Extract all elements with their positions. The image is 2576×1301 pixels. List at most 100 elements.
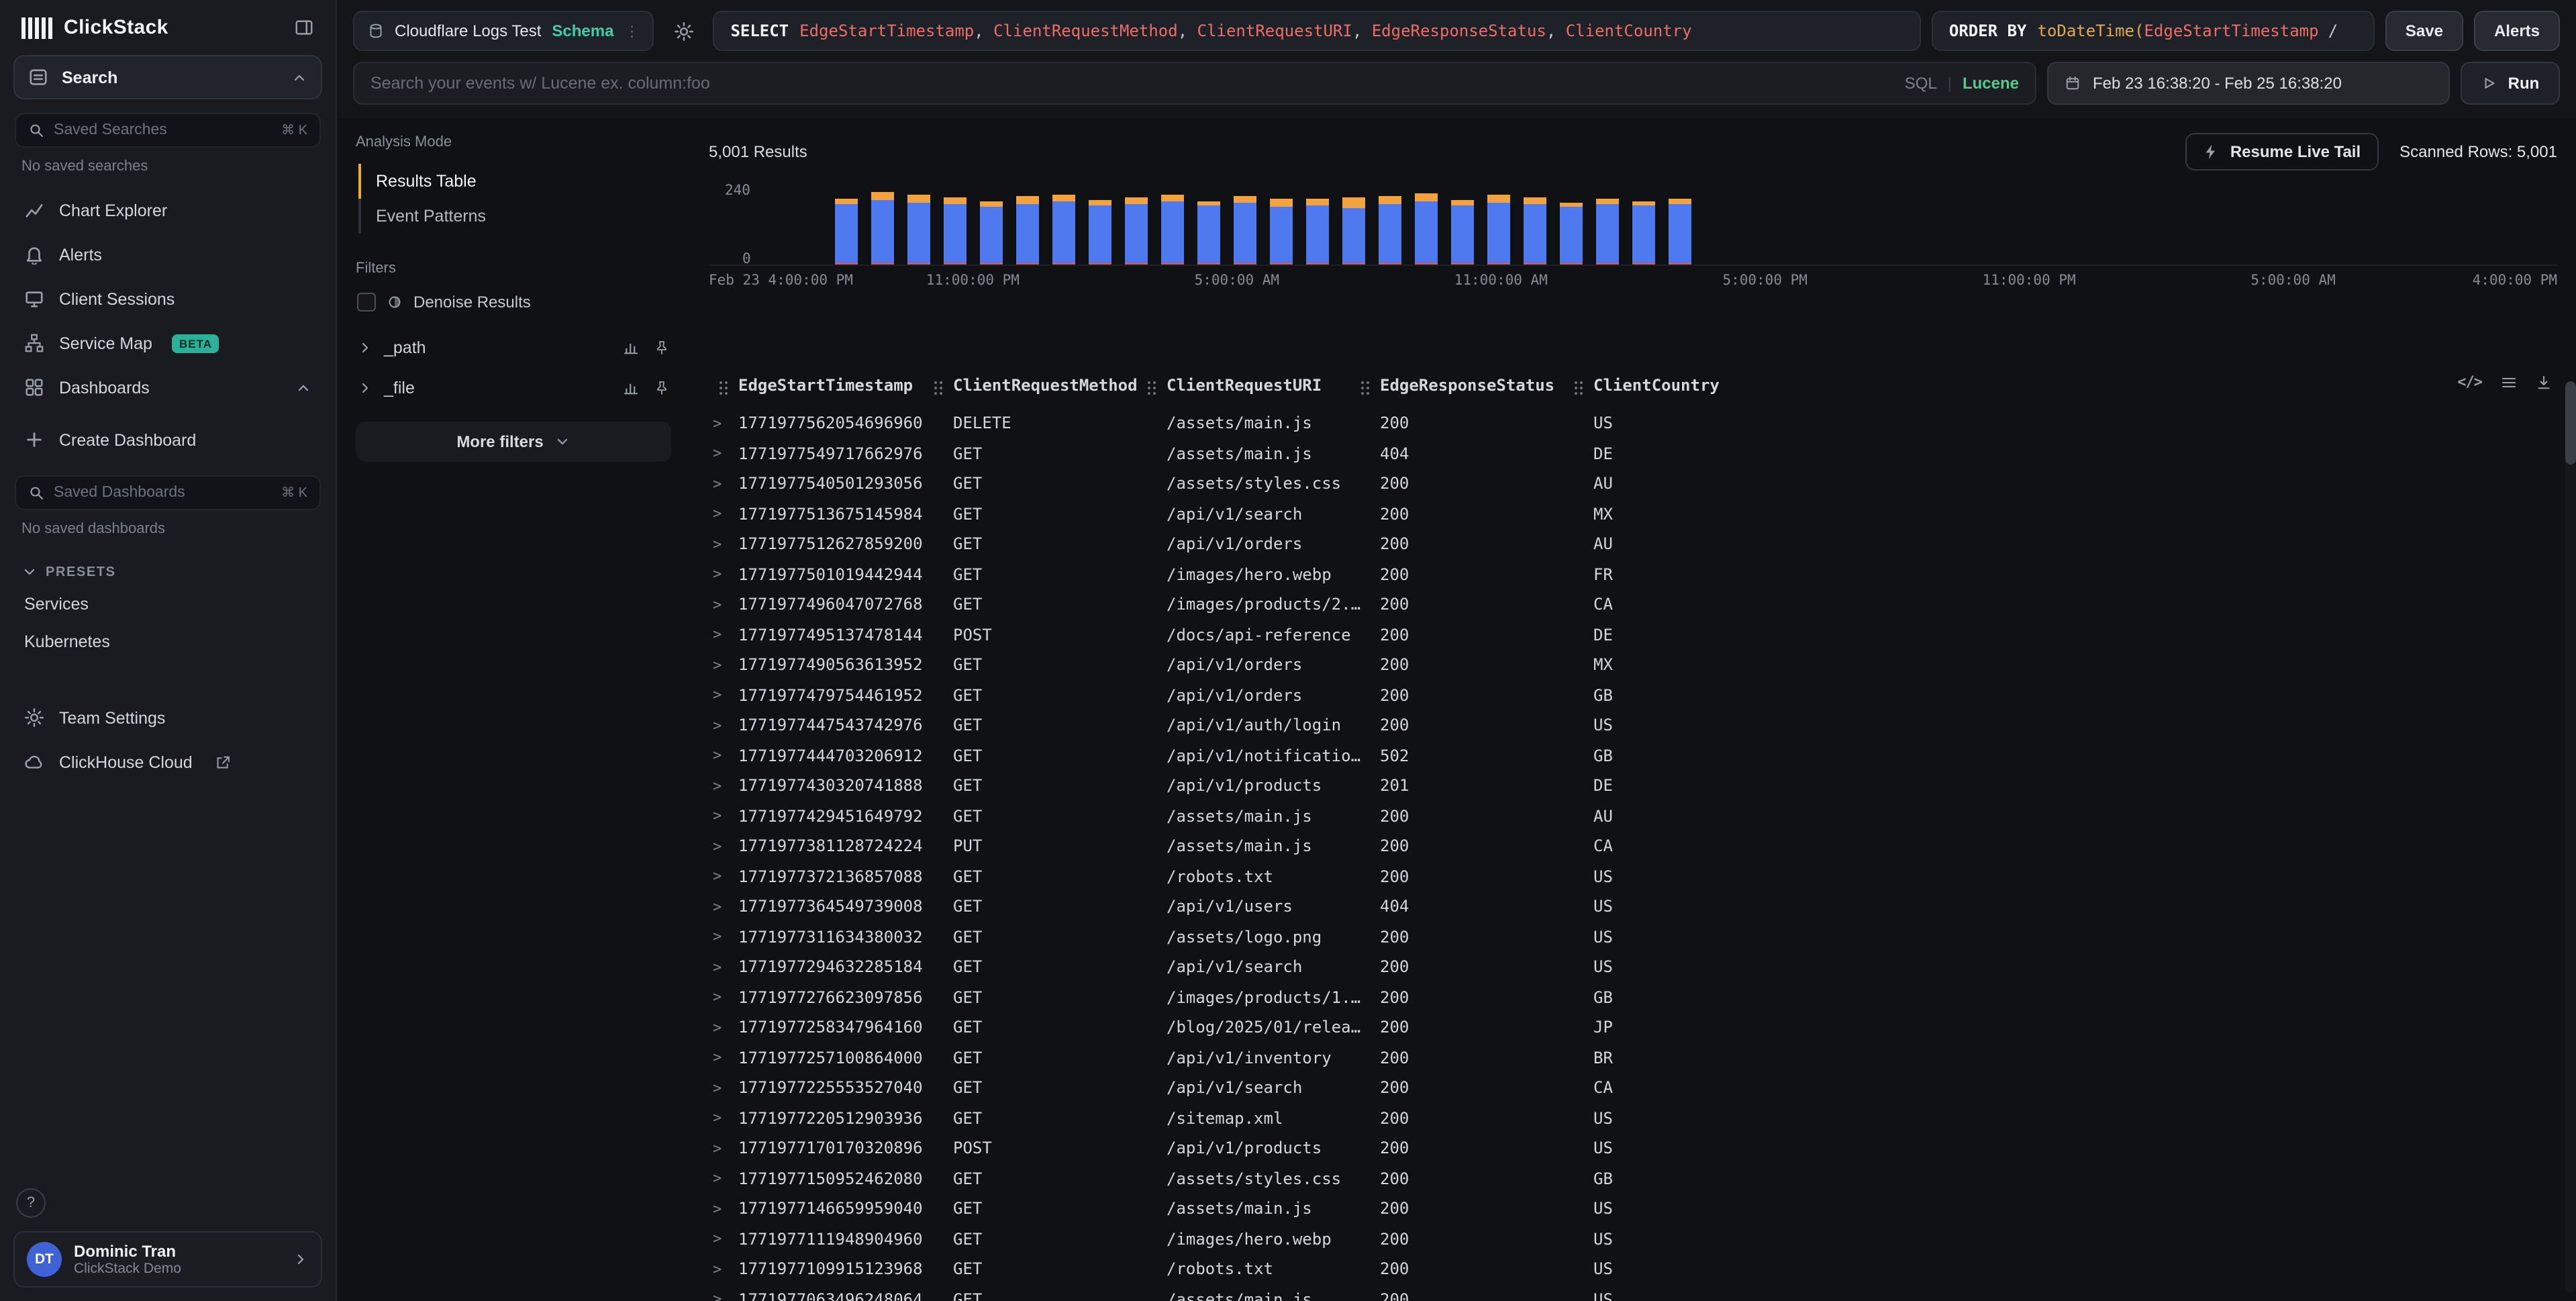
table-row[interactable]: >1771977444703206912GET/api/v1/notificat… xyxy=(709,740,2557,771)
sidebar-item-service-map[interactable]: Service Map BETA xyxy=(13,321,322,365)
row-expand-icon[interactable]: > xyxy=(709,596,738,614)
row-expand-icon[interactable]: > xyxy=(709,536,738,553)
row-expand-icon[interactable]: > xyxy=(709,959,738,976)
save-button[interactable]: Save xyxy=(2385,11,2463,51)
row-expand-icon[interactable]: > xyxy=(709,1261,738,1278)
saved-dashboards-field[interactable] xyxy=(54,485,272,501)
alerts-button[interactable]: Alerts xyxy=(2474,11,2560,51)
row-expand-icon[interactable]: > xyxy=(709,898,738,916)
table-row[interactable]: >1771977501019442944GET/images/hero.webp… xyxy=(709,559,2557,589)
resume-live-tail-button[interactable]: Resume Live Tail xyxy=(2186,133,2378,171)
table-row[interactable]: >1771977496047072768GET/images/products/… xyxy=(709,589,2557,620)
table-row[interactable]: >1771977258347964160GET/blog/2025/01/rel… xyxy=(709,1012,2557,1043)
table-row[interactable]: >1771977540501293056GET/assets/styles.cs… xyxy=(709,469,2557,499)
table-row[interactable]: >1771977294632285184GET/api/v1/search200… xyxy=(709,952,2557,982)
row-expand-icon[interactable]: > xyxy=(709,445,738,463)
scrollbar-thumb[interactable] xyxy=(2565,381,2576,465)
data-source-selector[interactable]: Cloudflare Logs Test Schema ⋮ xyxy=(353,11,654,51)
sidebar-item-client-sessions[interactable]: Client Sessions xyxy=(13,277,322,321)
column-header-ClientRequestMethod[interactable]: ClientRequestMethod xyxy=(953,376,1167,395)
sidebar-item-clickhouse-cloud[interactable]: ClickHouse Cloud xyxy=(13,740,322,784)
column-header-EdgeResponseStatus[interactable]: EdgeResponseStatus xyxy=(1380,376,1593,395)
source-settings-button[interactable] xyxy=(664,11,702,51)
select-clause-input[interactable]: SELECT EdgeStartTimestamp, ClientRequest… xyxy=(713,11,1920,51)
row-expand-icon[interactable]: > xyxy=(709,717,738,734)
code-view-icon[interactable]: </> xyxy=(2457,373,2482,391)
drag-handle-icon[interactable] xyxy=(720,381,722,384)
row-expand-icon[interactable]: > xyxy=(709,777,738,795)
row-expand-icon[interactable]: > xyxy=(709,1049,738,1067)
table-row[interactable]: >1771977447543742976GET/api/v1/auth/logi… xyxy=(709,710,2557,740)
table-row[interactable]: >1771977225553527040GET/api/v1/search200… xyxy=(709,1073,2557,1103)
table-row[interactable]: >1771977364549739008GET/api/v1/users404U… xyxy=(709,892,2557,922)
event-search-bar[interactable]: SQL | Lucene xyxy=(353,62,2036,105)
field-chart-icon[interactable] xyxy=(623,380,639,396)
row-expand-icon[interactable]: > xyxy=(709,1079,738,1097)
table-row[interactable]: >1771977513675145984GET/api/v1/search200… xyxy=(709,499,2557,529)
row-expand-icon[interactable]: > xyxy=(709,808,738,825)
table-row[interactable]: >1771977063496248064GET/assets/main.js20… xyxy=(709,1284,2557,1301)
row-expand-icon[interactable]: > xyxy=(709,415,738,432)
row-expand-icon[interactable]: > xyxy=(709,928,738,946)
sidebar-item-search[interactable]: Search xyxy=(13,55,322,99)
table-row[interactable]: >1771977111948904960GET/images/hero.webp… xyxy=(709,1224,2557,1254)
create-dashboard-button[interactable]: Create Dashboard xyxy=(13,418,322,462)
vertical-scrollbar[interactable] xyxy=(2565,381,2576,1293)
sidebar-item-alerts[interactable]: Alerts xyxy=(13,232,322,277)
lucene-toggle[interactable]: Lucene xyxy=(1963,74,2019,93)
more-filters-button[interactable]: More filters xyxy=(356,422,671,462)
table-row[interactable]: >1771977372136857088GET/robots.txt200US xyxy=(709,861,2557,892)
query-language-toggle[interactable]: SQL | Lucene xyxy=(1905,74,2019,93)
table-row[interactable]: >1771977429451649792GET/assets/main.js20… xyxy=(709,801,2557,831)
run-button[interactable]: Run xyxy=(2461,62,2560,105)
row-expand-icon[interactable]: > xyxy=(709,626,738,644)
table-row[interactable]: >1771977146659959040GET/assets/main.js20… xyxy=(709,1194,2557,1224)
table-row[interactable]: >1771977381128724224PUT/assets/main.js20… xyxy=(709,831,2557,861)
sidebar-item-team-settings[interactable]: Team Settings xyxy=(13,695,322,740)
help-button[interactable]: ? xyxy=(16,1188,46,1218)
row-expand-icon[interactable]: > xyxy=(709,868,738,885)
table-row[interactable]: >1771977257100864000GET/api/v1/inventory… xyxy=(709,1043,2557,1073)
pin-icon[interactable] xyxy=(654,380,670,396)
analysis-mode-results-table[interactable]: Results Table xyxy=(358,164,671,199)
column-header-ClientRequestURI[interactable]: ClientRequestURI xyxy=(1167,376,1380,395)
row-expand-icon[interactable]: > xyxy=(709,1200,738,1218)
row-expand-icon[interactable]: > xyxy=(709,687,738,704)
sidebar-item-chart-explorer[interactable]: Chart Explorer xyxy=(13,188,322,232)
filter-field-file[interactable]: _file xyxy=(356,368,671,408)
drag-handle-icon[interactable] xyxy=(1575,381,1577,384)
table-row[interactable]: >1771977276623097856GET/images/products/… xyxy=(709,982,2557,1012)
table-row[interactable]: >1771977490563613952GET/api/v1/orders200… xyxy=(709,650,2557,680)
table-row[interactable]: >1771977549717662976GET/assets/main.js40… xyxy=(709,438,2557,469)
table-row[interactable]: >1771977109915123968GET/robots.txt200US xyxy=(709,1254,2557,1284)
column-header-ClientCountry[interactable]: ClientCountry xyxy=(1593,376,2557,395)
table-row[interactable]: >1771977495137478144POST/docs/api-refere… xyxy=(709,620,2557,650)
user-menu[interactable]: DT Dominic Tran ClickStack Demo xyxy=(13,1231,322,1288)
table-row[interactable]: >1771977512627859200GET/api/v1/orders200… xyxy=(709,529,2557,559)
row-expand-icon[interactable]: > xyxy=(709,989,738,1006)
table-row[interactable]: >1771977311634380032GET/assets/logo.png2… xyxy=(709,922,2557,952)
saved-dashboards-input[interactable]: ⌘ K xyxy=(15,475,321,510)
drag-handle-icon[interactable] xyxy=(934,381,937,384)
row-expand-icon[interactable]: > xyxy=(709,1140,738,1157)
row-expand-icon[interactable]: > xyxy=(709,1110,738,1127)
sidebar-collapse-icon[interactable] xyxy=(294,17,314,38)
row-expand-icon[interactable]: > xyxy=(709,505,738,523)
row-density-icon[interactable] xyxy=(2501,374,2517,390)
dots-vertical-icon[interactable]: ⋮ xyxy=(624,22,639,40)
saved-searches-field[interactable] xyxy=(54,122,272,138)
table-row[interactable]: >1771977150952462080GET/assets/styles.cs… xyxy=(709,1163,2557,1194)
download-icon[interactable] xyxy=(2536,374,2552,390)
analysis-mode-event-patterns[interactable]: Event Patterns xyxy=(358,199,671,234)
table-row[interactable]: >1771977479754461952GET/api/v1/orders200… xyxy=(709,680,2557,710)
row-expand-icon[interactable]: > xyxy=(709,1019,738,1037)
row-expand-icon[interactable]: > xyxy=(709,1170,738,1188)
date-range-picker[interactable]: Feb 23 16:38:20 - Feb 25 16:38:20 xyxy=(2047,62,2450,105)
denoise-checkbox[interactable] xyxy=(357,293,376,311)
schema-link[interactable]: Schema xyxy=(552,21,613,40)
field-chart-icon[interactable] xyxy=(623,340,639,356)
drag-handle-icon[interactable] xyxy=(1361,381,1364,384)
table-row[interactable]: >1771977430320741888GET/api/v1/products2… xyxy=(709,771,2557,801)
pin-icon[interactable] xyxy=(654,340,670,356)
row-expand-icon[interactable]: > xyxy=(709,1291,738,1301)
